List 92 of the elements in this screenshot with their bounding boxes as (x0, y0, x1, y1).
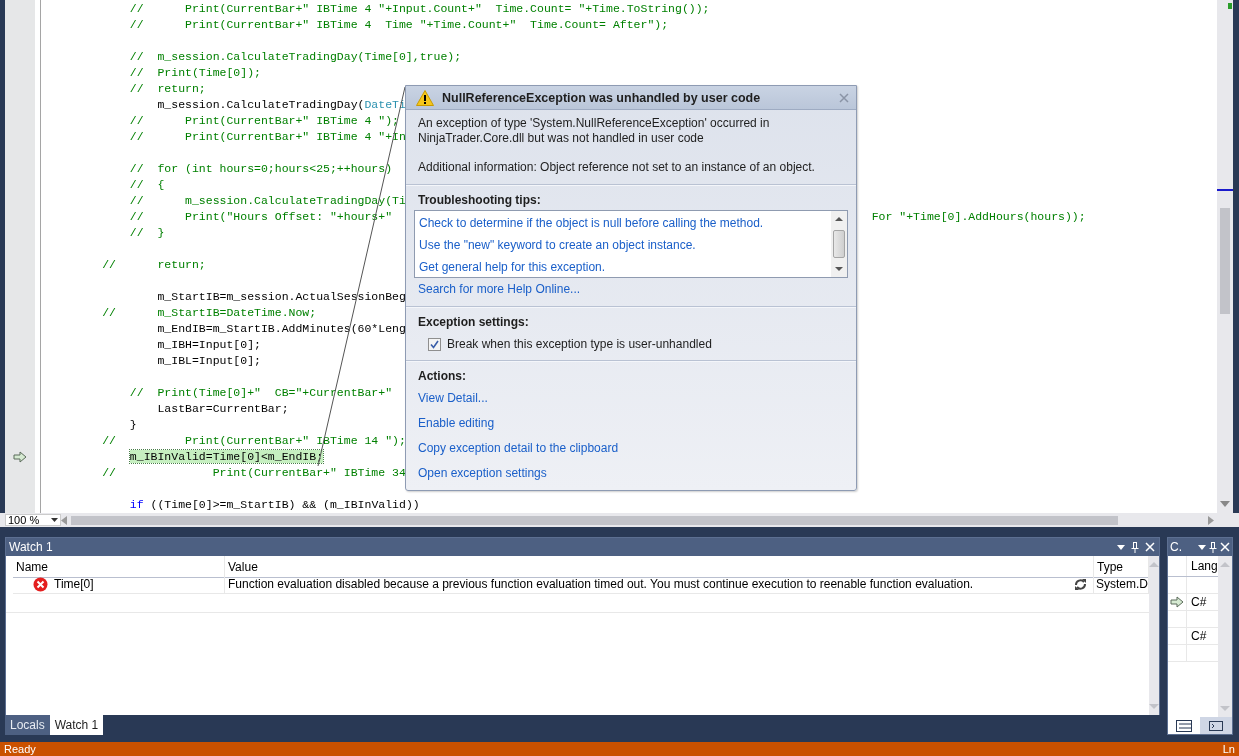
code-line: // for (int hours=0;hours<25;++hours) (129, 162, 393, 175)
watch-name: Time[0] (54, 577, 94, 591)
watch-value: Function evaluation disabled because a previous function evaluation timed out. You must continue execution to reenable function evaluation. (228, 577, 974, 591)
column-header[interactable]: Type (1097, 559, 1123, 574)
panel-tab[interactable]: Watch 1 (49, 715, 104, 735)
close-icon (1220, 542, 1230, 552)
code-line: // m_session.CalculateTradingDay(Time[0],true); (129, 50, 462, 63)
refresh-icon (1074, 577, 1087, 591)
pin-icon (1209, 541, 1217, 553)
action-link[interactable]: Enable editing (418, 411, 844, 436)
section-heading: Exception settings: (418, 315, 530, 329)
dropdown-button[interactable] (1117, 544, 1125, 550)
column-header[interactable]: Name (16, 559, 48, 574)
pin-button[interactable] (1209, 541, 1217, 553)
code-line: // Print(CurrentBar+" IBTime 4 Time "+Time.Count+" Time.Count= After"); (129, 18, 669, 31)
code-line: For "+Time[0].AddHours(hours)); (871, 210, 1086, 223)
action-link[interactable]: View Detail... (418, 386, 844, 411)
code-line: m_EndIB=m_StartIB.AddMinutes(60*Leng (157, 322, 406, 335)
code-line: m_IBH=Input[0]; (157, 338, 261, 351)
status-text: Ln (1222, 742, 1235, 756)
panel-tab[interactable]: Locals (5, 715, 50, 735)
scroll-up-icon (835, 217, 843, 221)
tip-link[interactable]: Check to determine if the object is null before calling the method. (419, 212, 764, 234)
section-heading: Troubleshooting tips: (418, 193, 542, 207)
empty-row (1168, 577, 1218, 594)
column-header[interactable]: Lang (1186, 559, 1218, 573)
code-line: // Print(CurrentBar+" IBTime 4 "+Input.Count+" Time.Count= "+Time.ToString()); (129, 2, 710, 15)
refresh-button[interactable] (1074, 577, 1087, 591)
list-icon (1176, 719, 1192, 732)
empty-row (1168, 645, 1218, 662)
code-line: } (129, 418, 137, 431)
additional-information: Additional information: Object reference not set to an instance of an object. (418, 160, 816, 175)
tips-scrollbar[interactable] (831, 211, 847, 277)
horizontal-scrollbar[interactable] (71, 515, 1118, 525)
console-icon (1209, 720, 1223, 731)
code-line: // Print(Time[0]+" CB="+CurrentBar+" (129, 386, 393, 399)
action-link[interactable]: Copy exception detail to the clipboard (418, 436, 844, 461)
panel-title: Watch 1 (9, 540, 54, 554)
dropdown-button[interactable] (1198, 544, 1206, 550)
close-icon (838, 91, 850, 104)
code-line: // { (129, 178, 165, 191)
caret-icon (1117, 544, 1125, 550)
code-line: // Print("Hours Offset: "+hours+" (129, 210, 393, 223)
code-line: m_IBL=Input[0]; (157, 354, 261, 367)
code-line: // m_StartIB=DateTime.Now; (102, 306, 317, 319)
section-heading: Actions: (418, 369, 467, 383)
code-line: // return; (129, 82, 206, 95)
checkbox[interactable] (428, 337, 441, 351)
code-line: // m_session.CalculateTradingDay(Ti (129, 194, 406, 207)
checkbox-label: Break when this exception type is user-unhandled (447, 337, 712, 351)
panel-title: C. (1170, 540, 1183, 554)
tip-link[interactable]: Get general help for this exception. (419, 256, 606, 278)
toolbar-button[interactable] (1200, 717, 1232, 734)
code-line: // Print(Time[0]); (129, 66, 261, 79)
code-line: LastBar=CurrentBar; (157, 402, 289, 415)
current-statement-arrow-icon (13, 451, 27, 463)
language-cell-text: C# (1190, 595, 1207, 609)
code-line: if ((Time[0]>=m_StartIB) && (m_IBInValid)) (129, 498, 420, 511)
call-stack-row[interactable]: C# (1168, 628, 1218, 645)
zoom-dropdown[interactable]: 100 % (5, 514, 61, 526)
code-line: m_StartIB=m_session.ActualSessionBeg (157, 290, 406, 303)
scroll-down-icon (835, 267, 843, 271)
help-online-link[interactable]: Search for more Help Online... (418, 282, 581, 296)
code-line: // return; (102, 258, 206, 271)
tip-link[interactable]: Use the "new" keyword to create an object instance. (419, 234, 696, 256)
caret-icon (51, 518, 58, 522)
code-line: // Print(CurrentBar+" IBTime 14 "); (102, 434, 406, 447)
vertical-scrollbar[interactable] (1217, 0, 1233, 513)
empty-row (1168, 611, 1218, 628)
vertical-scrollbar[interactable] (1217, 556, 1232, 717)
close-icon (1145, 542, 1155, 552)
language-cell-text: C# (1190, 629, 1207, 643)
pin-icon (1131, 541, 1139, 553)
column-header[interactable]: Value (228, 559, 258, 574)
code-line: m_session.CalculateTradingDay(DateTi (157, 98, 406, 111)
vertical-scrollbar[interactable] (1149, 556, 1159, 715)
current-frame-arrow-icon (1170, 596, 1184, 608)
scroll-right-icon (1208, 515, 1214, 525)
watch-type: System.D (1096, 577, 1148, 591)
code-line: // Print(CurrentBar+" IBTime 4 "); (129, 114, 399, 127)
code-line: // Print(CurrentBar+" IBTime 34 (102, 466, 406, 479)
code-line: // } (129, 226, 165, 239)
status-text: Ready (4, 742, 36, 756)
exception-message: An exception of type 'System.NullReferenceException' occurred in NinjaTrader.Core.dll but was not handled in user code (418, 116, 771, 146)
code-line: // Print(CurrentBar+" IBTime 4 "+In (129, 130, 406, 143)
popup-title: NullReferenceException was unhandled by user code (442, 90, 762, 105)
warning-icon (416, 89, 434, 106)
caret-icon (1198, 544, 1206, 550)
pin-button[interactable] (1131, 541, 1139, 553)
call-stack-row[interactable]: C# (1168, 594, 1218, 611)
action-link[interactable]: Open exception settings (418, 461, 844, 486)
toolbar-button[interactable] (1168, 717, 1200, 734)
